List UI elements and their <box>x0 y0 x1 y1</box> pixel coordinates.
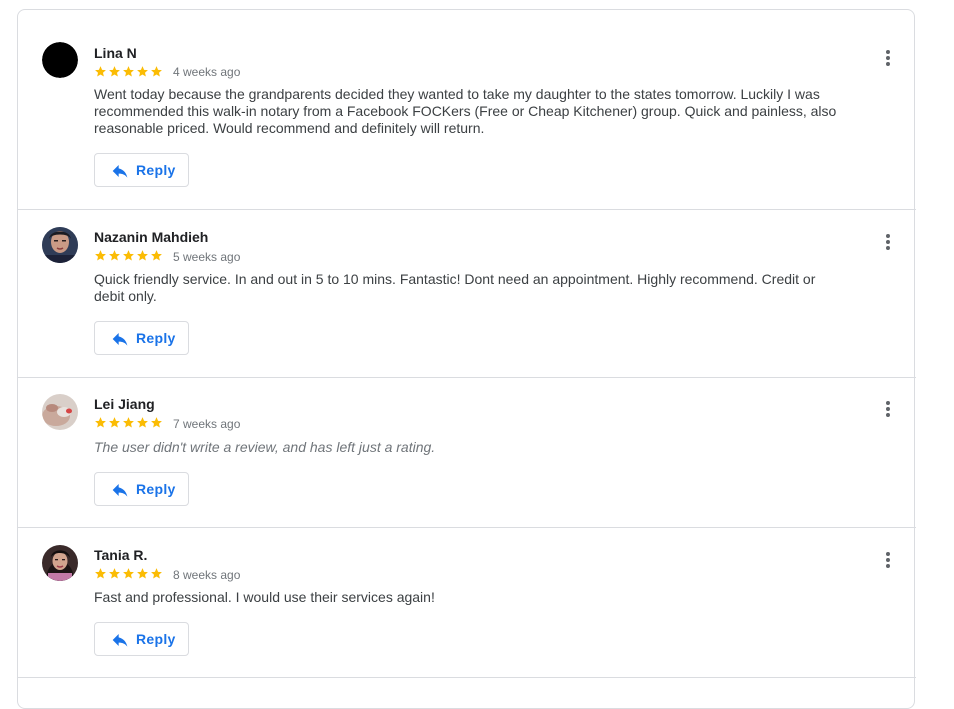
reply-label: Reply <box>136 162 176 178</box>
review-text: Went today because the grandparents deci… <box>94 86 837 136</box>
star-icon <box>151 250 162 261</box>
star-icon <box>137 250 148 261</box>
star-icon <box>151 417 162 428</box>
star-icon <box>123 250 134 261</box>
reviewer-name[interactable]: Nazanin Mahdieh <box>94 229 208 245</box>
star-icon <box>95 250 106 261</box>
avatar[interactable] <box>42 545 78 581</box>
star-icon <box>123 66 134 77</box>
star-icon <box>109 417 120 428</box>
star-icon <box>137 66 148 77</box>
star-icon <box>123 417 134 428</box>
star-rating <box>94 567 163 581</box>
review-text: Quick friendly service. In and out in 5 … <box>94 271 816 304</box>
reply-arrow-icon <box>112 634 128 647</box>
review-item: Lina N 4 weeks ago Went today because th… <box>18 10 916 210</box>
review-date: 4 weeks ago <box>173 65 241 79</box>
reviewer-name[interactable]: Tania R. <box>94 547 147 563</box>
star-icon <box>123 568 134 579</box>
star-icon <box>137 417 148 428</box>
star-icon <box>151 66 162 77</box>
star-icon <box>95 66 106 77</box>
star-rating <box>94 249 163 263</box>
star-icon <box>95 568 106 579</box>
reviews-card: Lina N 4 weeks ago Went today because th… <box>17 9 916 709</box>
review-item: Lei Jiang 7 weeks ago The user didn't wr… <box>18 378 916 528</box>
star-icon <box>151 568 162 579</box>
avatar[interactable] <box>42 227 78 263</box>
review-text: The user didn't write a review, and has … <box>94 439 436 455</box>
avatar[interactable] <box>42 42 78 78</box>
star-icon <box>109 250 120 261</box>
avatar[interactable] <box>42 394 78 430</box>
reply-button[interactable]: Reply <box>94 472 189 506</box>
review-text: Fast and professional. I would use their… <box>94 589 435 605</box>
more-options-icon[interactable] <box>880 48 896 68</box>
review-item: Tania R. 8 weeks ago Fast and profession… <box>18 528 916 678</box>
reply-label: Reply <box>136 330 176 346</box>
more-options-icon[interactable] <box>880 399 896 419</box>
more-options-icon[interactable] <box>880 232 896 252</box>
more-options-icon[interactable] <box>880 550 896 570</box>
star-icon <box>109 66 120 77</box>
reply-label: Reply <box>136 631 176 647</box>
reply-button[interactable]: Reply <box>94 321 189 355</box>
reply-label: Reply <box>136 481 176 497</box>
star-icon <box>109 568 120 579</box>
star-icon <box>137 568 148 579</box>
review-item: Nazanin Mahdieh 5 weeks ago Quick friend… <box>18 210 916 378</box>
star-rating <box>94 416 163 430</box>
review-date: 5 weeks ago <box>173 250 241 264</box>
reviewer-name[interactable]: Lei Jiang <box>94 396 155 412</box>
reply-arrow-icon <box>112 333 128 346</box>
reviewer-name[interactable]: Lina N <box>94 45 137 61</box>
review-date: 7 weeks ago <box>173 417 241 431</box>
reply-button[interactable]: Reply <box>94 153 189 187</box>
star-icon <box>95 417 106 428</box>
reply-arrow-icon <box>112 484 128 497</box>
reply-arrow-icon <box>112 165 128 178</box>
review-date: 8 weeks ago <box>173 568 241 582</box>
star-rating <box>94 65 163 79</box>
reply-button[interactable]: Reply <box>94 622 189 656</box>
